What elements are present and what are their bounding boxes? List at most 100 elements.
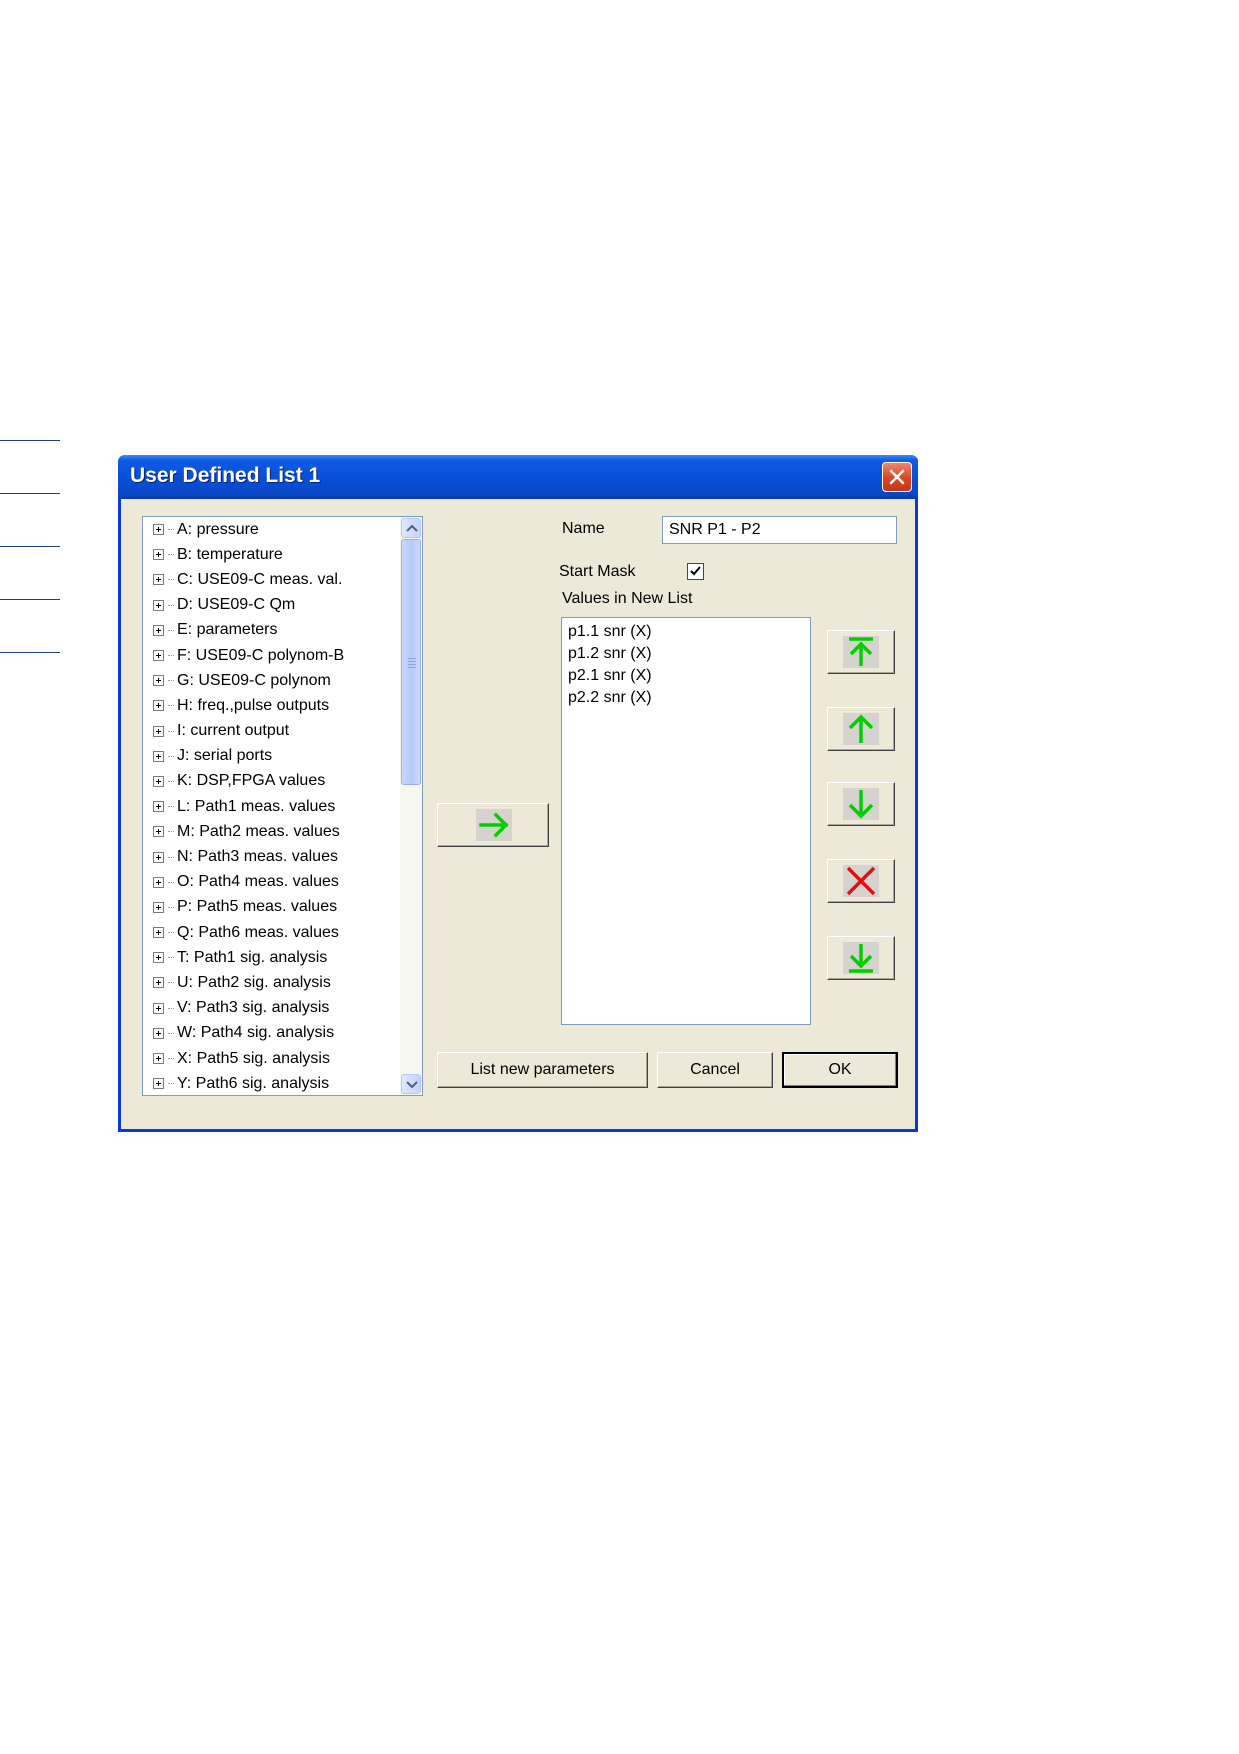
tree-connector [168, 932, 174, 934]
list-item[interactable]: p1.1 snr (X) [568, 621, 804, 643]
list-item[interactable]: p2.1 snr (X) [568, 665, 804, 687]
tree-item-label: C: USE09-C meas. val. [177, 570, 343, 588]
scroll-down-button[interactable] [401, 1074, 421, 1094]
tree-item[interactable]: L: Path1 meas. values [143, 794, 400, 819]
tree-item[interactable]: E: parameters [143, 618, 400, 643]
tree-connector [168, 629, 174, 631]
title-bar[interactable]: User Defined List 1 [118, 455, 918, 499]
add-to-list-button[interactable] [437, 803, 549, 847]
expand-plus-icon[interactable] [153, 675, 164, 687]
expand-plus-icon[interactable] [153, 700, 164, 712]
tree-connector [168, 1007, 174, 1009]
list-new-parameters-button[interactable]: List new parameters [437, 1052, 648, 1088]
tree-connector [168, 579, 174, 581]
expand-plus-icon[interactable] [153, 1027, 164, 1039]
tree-connector [168, 831, 174, 833]
expand-plus-icon[interactable] [153, 1002, 164, 1014]
tree-item[interactable]: N: Path3 meas. values [143, 844, 400, 869]
scroll-thumb[interactable] [401, 539, 421, 785]
tree-item[interactable]: J: serial ports [143, 744, 400, 769]
expand-plus-icon[interactable] [153, 775, 164, 787]
tree-item-label: K: DSP,FPGA values [177, 772, 326, 790]
tree-item-label: F: USE09-C polynom-B [177, 646, 345, 664]
tree-item[interactable]: D: USE09-C Qm [143, 593, 400, 618]
move-to-bottom-button[interactable] [827, 936, 895, 980]
tree-item[interactable]: X: Path5 sig. analysis [143, 1046, 400, 1071]
expand-plus-icon[interactable] [153, 524, 164, 536]
ok-button[interactable]: OK [782, 1052, 898, 1088]
tree-item[interactable]: V: Path3 sig. analysis [143, 996, 400, 1021]
tree-connector [168, 680, 174, 682]
tree-item-label: A: pressure [177, 520, 259, 538]
tree-item[interactable]: K: DSP,FPGA values [143, 769, 400, 794]
tree-item[interactable]: A: pressure [143, 517, 400, 542]
margin-line [0, 546, 60, 547]
red-x-icon [846, 866, 876, 896]
expand-plus-icon[interactable] [153, 549, 164, 561]
close-button[interactable] [882, 462, 912, 492]
arrow-right-icon [479, 812, 509, 838]
move-up-button[interactable] [827, 707, 895, 751]
tree-item-label: G: USE09-C polynom [177, 671, 331, 689]
tree-connector [168, 881, 174, 883]
dialog-window: User Defined List 1 A: pressure B: temper… [118, 455, 918, 1132]
move-to-top-button[interactable] [827, 630, 895, 674]
tree-connector [168, 655, 174, 657]
tree-item-label: H: freq.,pulse outputs [177, 696, 330, 714]
tree-items: A: pressure B: temperature C: USE09-C meas… [143, 517, 400, 1095]
tree-item[interactable]: T: Path1 sig. analysis [143, 945, 400, 970]
tree-item[interactable]: H: freq.,pulse outputs [143, 693, 400, 718]
expand-plus-icon[interactable] [153, 826, 164, 838]
tree-item[interactable]: F: USE09-C polynom-B [143, 643, 400, 668]
tree-item-label: I: current output [177, 722, 290, 740]
expand-plus-icon[interactable] [153, 650, 164, 662]
checkmark-icon [690, 566, 701, 576]
scroll-up-button[interactable] [401, 518, 421, 538]
cancel-button[interactable]: Cancel [657, 1052, 773, 1088]
expand-plus-icon[interactable] [153, 725, 164, 737]
tree-item-label: Y: Path6 sig. analysis [177, 1074, 330, 1092]
tree-item[interactable]: I: current output [143, 719, 400, 744]
tree-item[interactable]: O: Path4 meas. values [143, 870, 400, 895]
parameter-tree[interactable]: A: pressure B: temperature C: USE09-C meas… [142, 516, 423, 1096]
start-mask-checkbox[interactable] [687, 563, 704, 580]
expand-plus-icon[interactable] [153, 801, 164, 813]
tree-connector [168, 1083, 174, 1085]
tree-item-label: E: parameters [177, 621, 278, 639]
arrow-to-top-icon [849, 637, 873, 666]
expand-plus-icon[interactable] [153, 876, 164, 888]
tree-item[interactable]: P: Path5 meas. values [143, 895, 400, 920]
expand-plus-icon[interactable] [153, 1078, 164, 1090]
values-in-new-list-label: Values in New List [562, 590, 693, 607]
tree-item-label: X: Path5 sig. analysis [177, 1049, 330, 1067]
name-label: Name [562, 520, 605, 537]
tree-item[interactable]: Q: Path6 meas. values [143, 920, 400, 945]
expand-plus-icon[interactable] [153, 851, 164, 863]
move-down-button[interactable] [827, 782, 895, 826]
tree-item[interactable]: W: Path4 sig. analysis [143, 1021, 400, 1046]
tree-item[interactable]: Y: Path6 sig. analysis [143, 1071, 400, 1095]
delete-button[interactable] [827, 859, 895, 903]
expand-plus-icon[interactable] [153, 1053, 164, 1065]
expand-plus-icon[interactable] [153, 927, 164, 939]
expand-plus-icon[interactable] [153, 952, 164, 964]
tree-item[interactable]: U: Path2 sig. analysis [143, 970, 400, 995]
tree-item[interactable]: M: Path2 meas. values [143, 819, 400, 844]
tree-item[interactable]: G: USE09-C polynom [143, 668, 400, 693]
tree-item[interactable]: C: USE09-C meas. val. [143, 567, 400, 592]
arrow-to-bottom-icon [849, 944, 873, 973]
expand-plus-icon[interactable] [153, 901, 164, 913]
vertical-scrollbar[interactable] [400, 517, 422, 1095]
tree-connector [168, 554, 174, 556]
new-list-values[interactable]: p1.1 snr (X) p1.2 snr (X) p2.1 snr (X) p… [561, 617, 811, 1025]
expand-plus-icon[interactable] [153, 599, 164, 611]
name-input[interactable]: SNR P1 - P2 [662, 516, 897, 544]
expand-plus-icon[interactable] [153, 624, 164, 636]
tree-connector [168, 982, 174, 984]
tree-item[interactable]: B: temperature [143, 542, 400, 567]
expand-plus-icon[interactable] [153, 977, 164, 989]
expand-plus-icon[interactable] [153, 750, 164, 762]
list-item[interactable]: p2.2 snr (X) [568, 687, 804, 709]
expand-plus-icon[interactable] [153, 574, 164, 586]
list-item[interactable]: p1.2 snr (X) [568, 643, 804, 665]
